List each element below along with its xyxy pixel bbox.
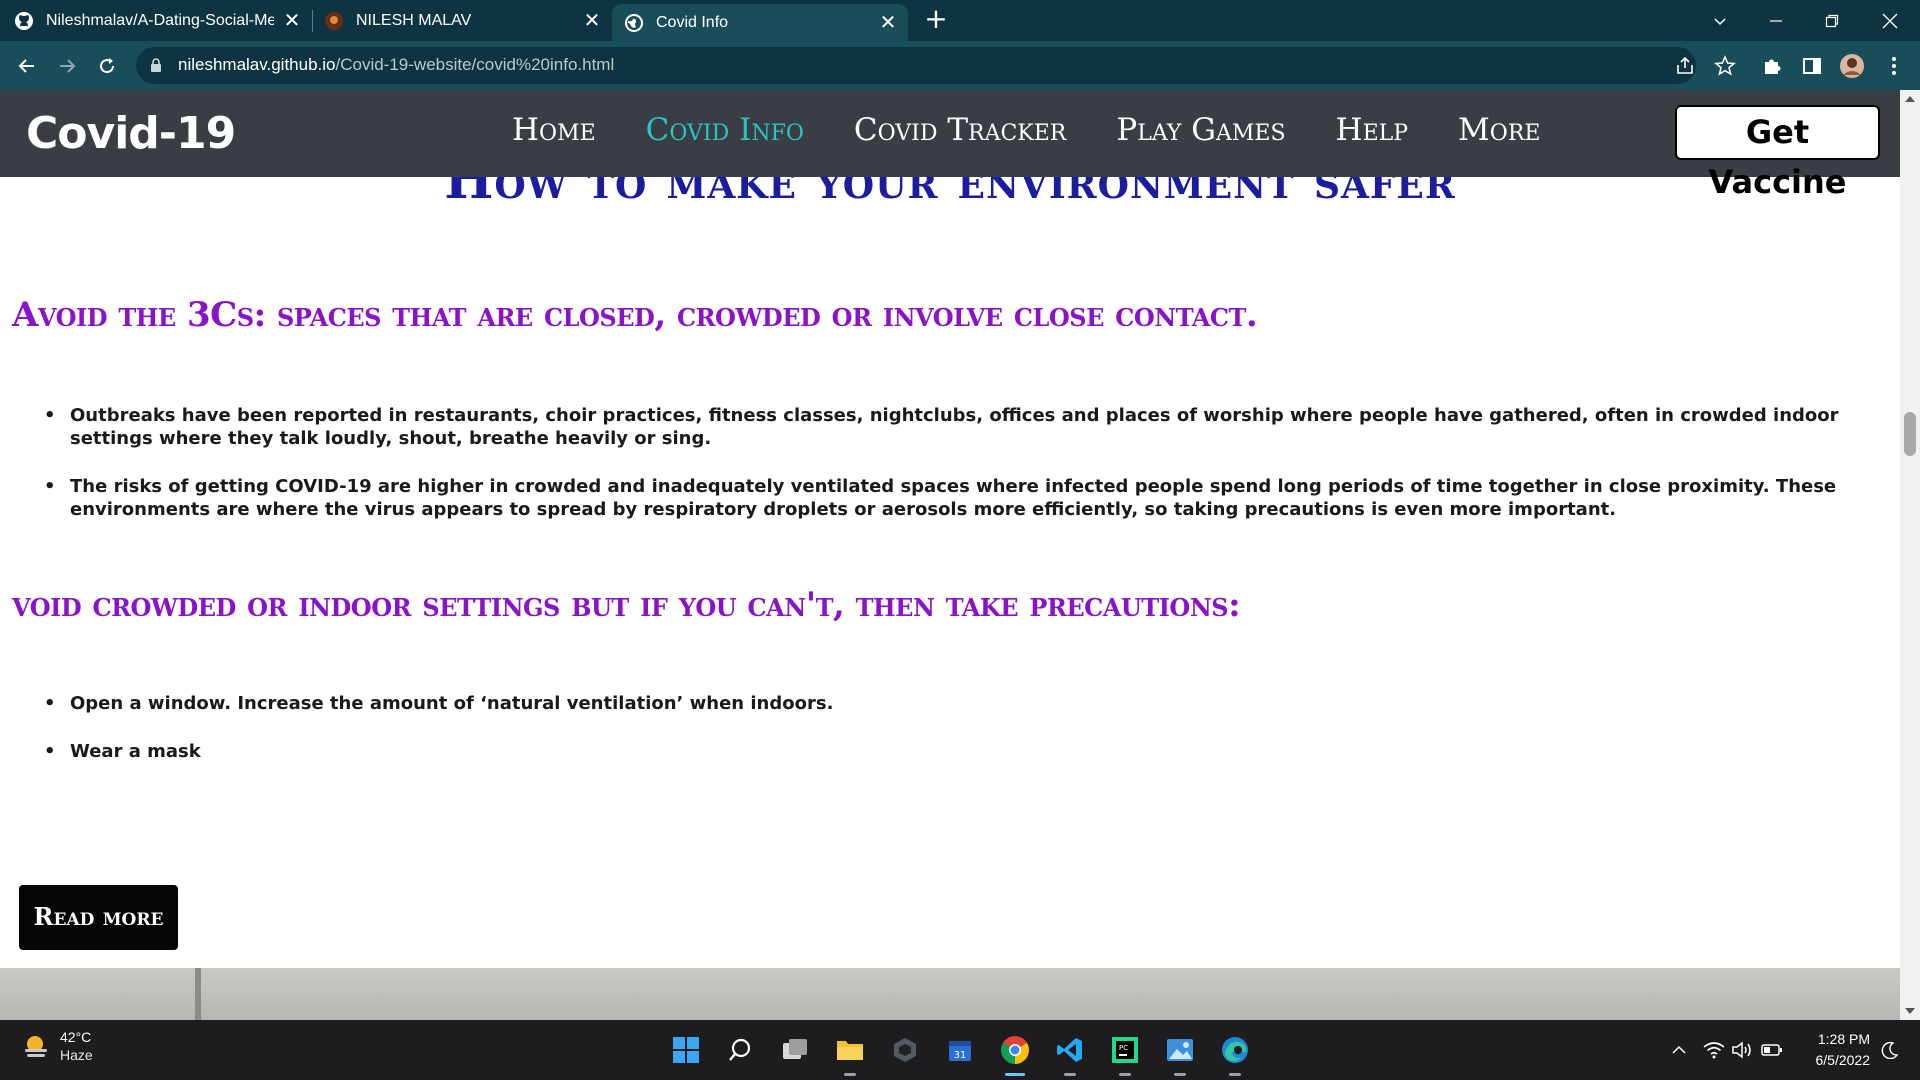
close-tab-icon[interactable]: ✕ — [876, 10, 900, 35]
task-view-icon[interactable] — [777, 1032, 813, 1068]
url-omnibox[interactable]: nileshmalav.github.io/Covid-19-website/c… — [136, 47, 1736, 84]
hazy-sun-icon — [25, 1036, 47, 1057]
weather-condition: Haze — [60, 1047, 93, 1063]
running-indicator — [844, 1073, 856, 1076]
nav-home[interactable]: Home — [512, 112, 596, 148]
extensions-puzzle-icon[interactable] — [1759, 53, 1785, 79]
vscode-icon[interactable] — [1052, 1032, 1088, 1076]
globe-icon — [625, 13, 643, 32]
lock-icon — [151, 58, 161, 72]
scrollbar-thumb[interactable] — [1904, 412, 1916, 456]
running-indicator — [1064, 1073, 1076, 1076]
active-indicator — [1005, 1073, 1025, 1076]
nav-play-games[interactable]: Play Games — [1116, 112, 1285, 148]
get-vaccine-button[interactable]: Get Vaccine — [1675, 105, 1880, 201]
clock-time: 1:28 PM — [1817, 1031, 1870, 1047]
avatar-favicon — [325, 11, 343, 30]
pycharm-icon[interactable]: PC — [1107, 1032, 1143, 1076]
photos-icon[interactable] — [1162, 1032, 1198, 1076]
close-window-icon[interactable] — [1862, 0, 1918, 41]
close-tab-icon[interactable]: ✕ — [580, 8, 604, 33]
site-logo[interactable]: Covid-19 — [26, 108, 236, 159]
nav-more[interactable]: More — [1458, 112, 1540, 148]
focus-assist-moon-icon[interactable] — [1878, 1038, 1902, 1062]
browser-tab-strip: Nileshmalav/A-Dating-Social-Me ✕ NILESH … — [0, 0, 1920, 41]
list-item: The risks of getting COVID-19 are higher… — [44, 475, 1864, 521]
weather-temperature: 42°C — [60, 1029, 92, 1045]
unity-hub-icon[interactable] — [887, 1032, 923, 1068]
weather-widget[interactable]: 42°C Haze — [22, 1028, 93, 1064]
page-scrollbar[interactable] — [1900, 90, 1920, 1020]
taskbar-clock[interactable]: 1:28 PM 6/5/2022 — [1798, 1029, 1871, 1071]
battery-icon[interactable] — [1760, 1038, 1784, 1062]
close-tab-icon[interactable]: ✕ — [280, 8, 304, 33]
svg-text:31: 31 — [954, 1050, 967, 1061]
page-viewport: How to make your environment safer Covid… — [0, 90, 1900, 1020]
side-panel-icon[interactable] — [1799, 53, 1825, 79]
minimize-icon[interactable] — [1748, 0, 1804, 41]
tab-separator — [312, 10, 313, 32]
section1-bullet-list: Outbreaks have been reported in restaura… — [44, 404, 1864, 546]
section-heading-3cs: Avoid the 3Cs: spaces that are closed, c… — [12, 295, 1258, 335]
chrome-icon[interactable] — [997, 1032, 1033, 1076]
profile-avatar[interactable] — [1839, 53, 1865, 79]
list-item: Open a window. Increase the amount of ‘n… — [44, 692, 1864, 715]
scroll-up-arrow-icon[interactable] — [1905, 96, 1915, 102]
list-item: Outbreaks have been reported in restaura… — [44, 404, 1864, 450]
calendar-app-icon[interactable]: 31 — [942, 1032, 978, 1068]
clock-date: 6/5/2022 — [1815, 1052, 1871, 1068]
site-navbar: Covid-19 Home Covid Info Covid Tracker P… — [0, 90, 1900, 201]
address-toolbar: nileshmalav.github.io/Covid-19-website/c… — [0, 41, 1920, 90]
background-photo — [0, 968, 1900, 1020]
running-indicator — [1119, 1073, 1131, 1076]
browser-menu-icon[interactable] — [1881, 53, 1907, 79]
forward-arrow-icon[interactable] — [52, 51, 82, 81]
reload-icon[interactable] — [92, 51, 122, 81]
nav-covid-tracker[interactable]: Covid Tracker — [854, 112, 1066, 148]
search-icon[interactable] — [722, 1032, 758, 1068]
tab-title: Covid Info — [656, 13, 729, 31]
volume-icon[interactable] — [1730, 1038, 1754, 1062]
windows-start-icon[interactable] — [668, 1032, 704, 1068]
tab-covid-info[interactable]: Covid Info ✕ — [612, 4, 908, 41]
nav-covid-info[interactable]: Covid Info — [646, 112, 804, 148]
edge-icon[interactable] — [1217, 1032, 1253, 1076]
bookmark-star-icon[interactable] — [1714, 55, 1736, 77]
tab-search-icon[interactable] — [1692, 0, 1748, 41]
site-menu: Home Covid Info Covid Tracker Play Games… — [512, 112, 1590, 148]
section2-bullet-list: Open a window. Increase the amount of ‘n… — [44, 692, 1864, 788]
new-tab-button[interactable]: + — [922, 5, 950, 34]
scroll-down-arrow-icon[interactable] — [1905, 1008, 1915, 1014]
svg-text:PC: PC — [1119, 1044, 1128, 1052]
share-icon[interactable] — [1674, 55, 1696, 77]
windows-taskbar: 42°C Haze 31 PC 1:28 PM 6/5/2022 — [0, 1020, 1920, 1080]
back-arrow-icon[interactable] — [12, 51, 42, 81]
photo-post — [195, 968, 201, 1020]
tab-title: NILESH MALAV — [356, 11, 472, 29]
nav-help[interactable]: Help — [1336, 112, 1409, 148]
file-explorer-icon[interactable] — [832, 1032, 868, 1076]
list-item: Wear a mask — [44, 740, 1864, 763]
tab-title: Nileshmalav/A-Dating-Social-Me — [46, 11, 274, 29]
tab-nilesh-malav[interactable]: NILESH MALAV ✕ — [324, 0, 604, 41]
url-text: nileshmalav.github.io/Covid-19-website/c… — [178, 55, 615, 74]
github-icon — [15, 11, 33, 30]
running-indicator — [1174, 1073, 1186, 1076]
running-indicator — [1229, 1073, 1241, 1076]
show-hidden-icons-chevron-icon[interactable] — [1667, 1038, 1691, 1062]
tab-github[interactable]: Nileshmalav/A-Dating-Social-Me ✕ — [14, 0, 304, 41]
restore-icon[interactable] — [1804, 0, 1860, 41]
section-heading-precautions: void crowded or indoor settings but if y… — [12, 585, 1241, 625]
wifi-icon[interactable] — [1702, 1038, 1726, 1062]
read-more-button[interactable]: Read more — [19, 885, 178, 950]
